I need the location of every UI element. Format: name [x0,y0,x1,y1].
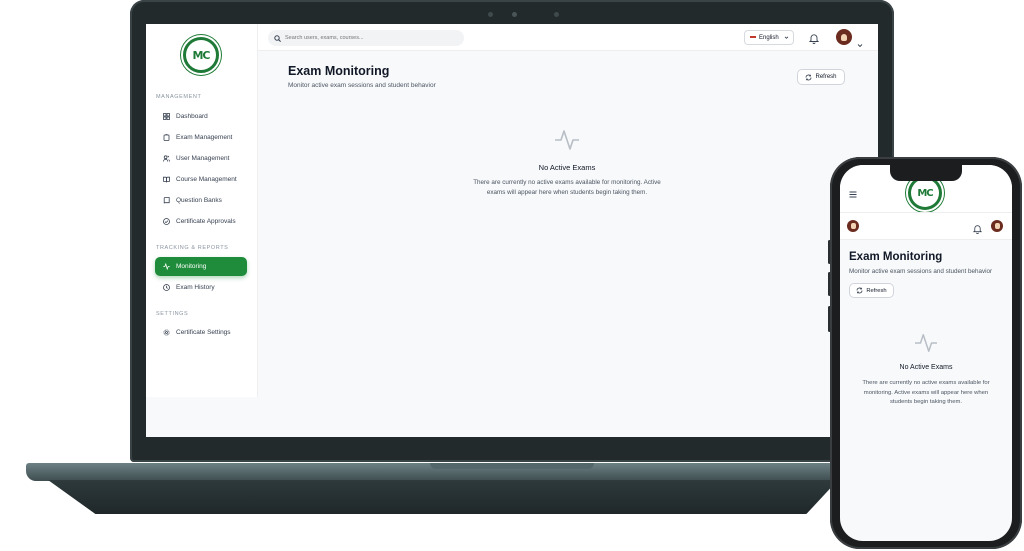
sidebar-item-certificate-approvals[interactable]: Certificate Approvals [155,212,247,231]
refresh-button[interactable]: Refresh [797,69,845,85]
logo-text: MC [911,179,939,207]
empty-state-title: No Active Exams [538,163,596,172]
sidebar-item-course-management[interactable]: Course Management [155,170,247,189]
avatar[interactable] [836,29,852,45]
clock-icon [163,284,170,291]
section-title-tracking-reports: TRACKING & REPORTS [156,245,229,251]
sidebar: MC MANAGEMENT Dashboard Exam Management … [146,24,258,397]
sidebar-item-exam-management[interactable]: Exam Management [155,128,247,147]
language-select[interactable]: English [744,30,794,45]
bell-icon[interactable] [972,221,983,239]
sidebar-item-certificate-settings[interactable]: Certificate Settings [155,323,247,342]
search-icon [274,29,281,47]
empty-state-description: There are currently no active exams avai… [473,179,661,196]
sidebar-item-label: Question Banks [176,197,222,204]
laptop-screen: MC MANAGEMENT Dashboard Exam Management … [146,24,878,437]
page-subtitle: Monitor active exam sessions and student… [849,268,993,275]
users-icon [163,155,170,162]
sidebar-item-label: Certificate Approvals [176,218,236,225]
empty-state-title: No Active Exams [899,364,953,371]
book-icon [163,197,170,204]
search-box[interactable] [268,30,464,46]
sidebar-item-dashboard[interactable]: Dashboard [155,107,247,126]
refresh-icon [856,287,863,294]
sidebar-item-label: Exam History [176,284,215,291]
check-circle-icon [163,218,170,225]
page-title: Exam Monitoring [849,251,943,263]
gear-icon [163,329,170,336]
book-open-icon [163,176,170,183]
language-label: English [759,34,779,41]
page-subtitle: Monitor active exam sessions and student… [288,82,436,89]
camera-dot [554,12,559,17]
sidebar-item-label: Monitoring [176,263,207,270]
brand-logo[interactable]: MC [181,35,221,75]
sidebar-item-label: User Management [176,155,230,162]
empty-state-description: There are currently no active exams avai… [862,380,990,405]
sidebar-item-label: Dashboard [176,113,208,120]
activity-icon [554,128,580,157]
activity-icon [914,332,938,359]
mobile-topbar [840,212,1012,240]
sidebar-item-question-banks[interactable]: Question Banks [155,191,247,210]
menu-icon[interactable] [849,185,857,203]
logo-text: MC [186,40,216,70]
sidebar-item-label: Course Management [176,176,237,183]
activity-icon [163,263,170,270]
laptop-base-bottom [48,480,838,514]
avatar[interactable] [991,220,1003,232]
phone-notch [890,165,962,181]
chevron-down-icon [784,35,789,42]
camera-lens [512,12,517,17]
refresh-icon [806,74,812,80]
chevron-down-icon[interactable] [857,35,863,53]
section-title-management: MANAGEMENT [156,94,202,100]
search-input[interactable] [285,35,455,41]
flag-icon [750,35,756,40]
refresh-button[interactable]: Refresh [849,283,894,298]
bell-icon[interactable] [808,31,820,49]
sidebar-item-monitoring[interactable]: Monitoring [155,257,247,276]
laptop-hinge [430,463,594,469]
page-title: Exam Monitoring [288,64,390,78]
camera-dot [488,12,493,17]
topbar: English [258,24,878,51]
sidebar-item-exam-history[interactable]: Exam History [155,278,247,297]
sidebar-item-label: Certificate Settings [176,329,231,336]
refresh-label: Refresh [866,287,887,294]
sidebar-item-label: Exam Management [176,134,233,141]
grid-icon [163,113,170,120]
clipboard-icon [163,134,170,141]
refresh-label: Refresh [815,74,837,80]
section-title-settings: SETTINGS [156,311,189,317]
sidebar-item-user-management[interactable]: User Management [155,149,247,168]
phone-screen: MC Exam Monitoring Monitor active exam s… [840,165,1012,541]
avatar[interactable] [847,220,859,232]
